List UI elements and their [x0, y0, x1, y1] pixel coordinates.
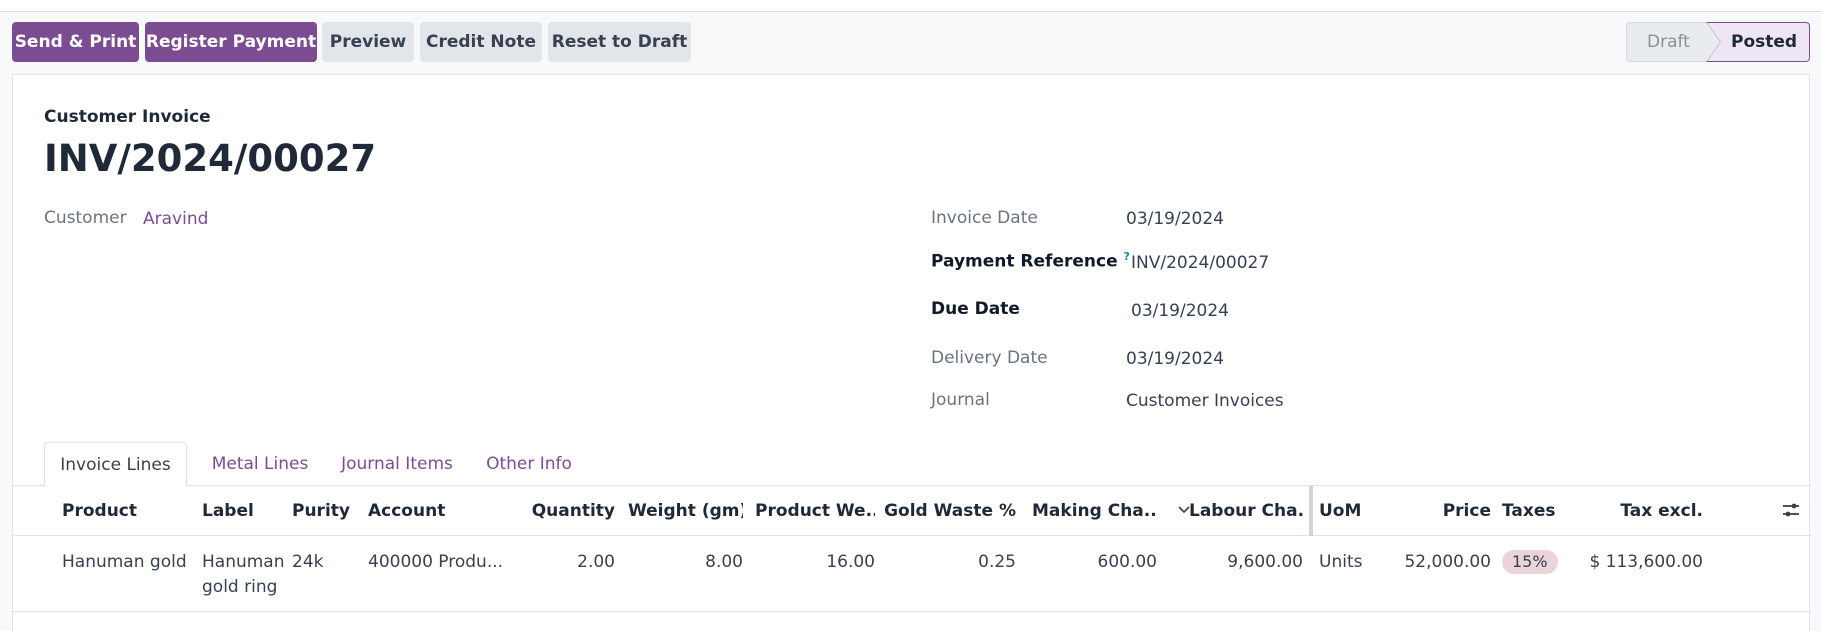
cell-making-charge[interactable]: 600.00: [1032, 550, 1157, 575]
cell-label[interactable]: Hanuman gold ring: [202, 550, 285, 600]
help-icon[interactable]: ?: [1124, 250, 1130, 263]
delivery-date-label: Delivery Date: [931, 348, 1048, 368]
status-draft[interactable]: Draft: [1626, 22, 1716, 62]
payment-reference-label: Payment Reference ?: [931, 250, 1130, 272]
cell-weight[interactable]: 8.00: [628, 550, 743, 575]
preview-button[interactable]: Preview: [322, 22, 414, 62]
cell-product-weight[interactable]: 16.00: [755, 550, 875, 575]
tab-other-info[interactable]: Other Info: [476, 442, 582, 487]
column-quantity[interactable]: Quantity: [513, 486, 615, 536]
column-uom[interactable]: UoM: [1319, 486, 1379, 536]
top-divider: [0, 0, 1821, 12]
column-making-charge[interactable]: Making Cha...: [1032, 486, 1157, 536]
customer-value[interactable]: Aravind: [143, 209, 208, 229]
customer-label: Customer: [44, 208, 127, 228]
tab-invoice-lines[interactable]: Invoice Lines: [44, 442, 187, 487]
journal-label: Journal: [931, 390, 990, 410]
status-arrow: [1706, 22, 1720, 62]
cell-price[interactable]: 52,000.00: [1383, 550, 1491, 575]
status-bar: Draft Posted: [1626, 22, 1810, 62]
invoice-type-label: Customer Invoice: [44, 107, 211, 127]
payment-reference-value[interactable]: INV/2024/00027: [1131, 253, 1269, 273]
notebook-tabs: Invoice Lines Metal Lines Journal Items …: [13, 442, 1811, 487]
column-account[interactable]: Account: [368, 486, 488, 536]
column-resize-handle[interactable]: [1309, 486, 1313, 536]
cell-taxes[interactable]: 15%: [1502, 550, 1558, 575]
invoice-number: INV/2024/00027: [44, 137, 377, 180]
invoice-form-sheet: Customer Invoice INV/2024/00027 Customer…: [12, 74, 1811, 631]
cell-uom[interactable]: Units: [1319, 550, 1362, 575]
register-payment-button[interactable]: Register Payment: [145, 22, 317, 62]
sliders-icon[interactable]: [1781, 500, 1801, 520]
cell-account[interactable]: 400000 Produ...: [368, 550, 503, 575]
table-row[interactable]: Hanuman gold rir Hanuman gold ring 24k 4…: [13, 536, 1811, 612]
cell-product[interactable]: Hanuman gold rir: [62, 550, 193, 575]
tab-metal-lines[interactable]: Metal Lines: [201, 442, 319, 487]
column-taxes[interactable]: Taxes: [1502, 486, 1572, 536]
invoice-lines-header: Product Label Purity Account Quantity We…: [13, 486, 1811, 536]
column-labour-charge[interactable]: Labour Cha...: [1189, 486, 1303, 536]
cell-labour-charge[interactable]: 9,600.00: [1189, 550, 1303, 575]
journal-value[interactable]: Customer Invoices: [1126, 391, 1284, 411]
cell-quantity[interactable]: 2.00: [513, 550, 615, 575]
column-label[interactable]: Label: [202, 486, 272, 536]
invoice-date-value[interactable]: 03/19/2024: [1126, 209, 1224, 229]
invoice-date-label: Invoice Date: [931, 208, 1038, 228]
tax-badge: 15%: [1502, 550, 1558, 574]
due-date-label: Due Date: [931, 299, 1020, 319]
payment-reference-label-text: Payment Reference: [931, 251, 1118, 272]
column-product[interactable]: Product: [62, 486, 182, 536]
column-price[interactable]: Price: [1383, 486, 1491, 536]
send-print-button[interactable]: Send & Print: [12, 22, 139, 62]
reset-to-draft-button[interactable]: Reset to Draft: [548, 22, 691, 62]
column-product-weight[interactable]: Product We...: [755, 486, 875, 536]
column-gold-waste[interactable]: Gold Waste %: [883, 486, 1016, 536]
tab-journal-items[interactable]: Journal Items: [335, 442, 459, 487]
column-tax-excl[interactable]: Tax excl.: [1593, 486, 1703, 536]
column-purity[interactable]: Purity: [292, 486, 362, 536]
credit-note-button[interactable]: Credit Note: [420, 22, 542, 62]
column-weight[interactable]: Weight (gm): [628, 486, 743, 536]
cell-gold-waste[interactable]: 0.25: [883, 550, 1016, 575]
cell-purity[interactable]: 24k: [292, 550, 323, 575]
cell-tax-excl[interactable]: $ 113,600.00: [1573, 550, 1703, 575]
due-date-value[interactable]: 03/19/2024: [1131, 301, 1229, 321]
delivery-date-value[interactable]: 03/19/2024: [1126, 349, 1224, 369]
status-posted[interactable]: Posted: [1706, 22, 1810, 62]
